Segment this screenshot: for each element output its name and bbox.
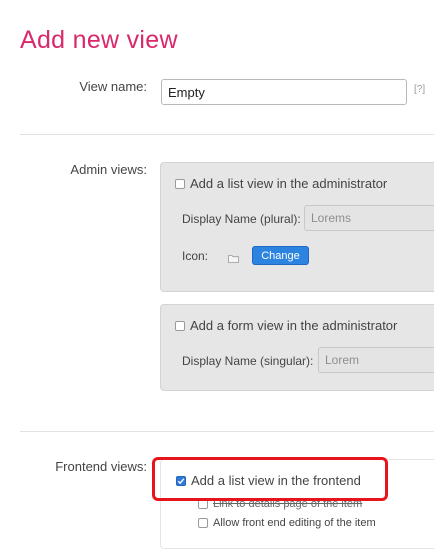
view-name-help-link[interactable]: [?] [414,84,425,95]
display-name-singular-label: Display Name (singular): [182,354,314,368]
folder-icon [228,250,239,268]
page-title: Add new view [20,26,178,54]
admin-views-label: Admin views: [70,162,147,177]
display-name-plural-value: Lorems [311,211,352,225]
change-icon-button[interactable]: Change [252,246,309,265]
admin-form-view-checkbox[interactable] [175,320,185,331]
admin-form-view-panel: Add a form view in the administrator Dis… [160,304,434,391]
admin-list-view-checkbox-label: Add a list view in the administrator [190,176,388,191]
highlight-box [152,457,388,501]
admin-list-view-option[interactable]: Add a list view in the administrator [175,176,387,191]
display-name-plural-label: Display Name (plural): [182,212,301,226]
allow-editing-option[interactable]: Allow front end editing of the item [198,517,376,529]
view-name-label: View name: [79,79,147,94]
allow-editing-checkbox[interactable] [198,518,208,528]
divider-bottom [20,431,434,432]
admin-list-view-panel: Add a list view in the administrator Dis… [160,162,434,292]
view-name-input[interactable] [161,79,407,105]
admin-list-view-checkbox[interactable] [175,178,185,189]
divider-top [20,134,434,135]
admin-form-view-checkbox-label: Add a form view in the administrator [190,318,398,333]
display-name-plural-input[interactable]: Lorems [304,205,434,231]
frontend-views-label: Frontend views: [55,459,147,474]
display-name-singular-value: Lorem [325,353,360,367]
admin-form-view-option[interactable]: Add a form view in the administrator [175,318,397,333]
allow-editing-checkbox-label: Allow front end editing of the item [213,517,376,529]
display-name-singular-input[interactable]: Lorem [318,347,434,373]
icon-label: Icon: [182,249,209,263]
